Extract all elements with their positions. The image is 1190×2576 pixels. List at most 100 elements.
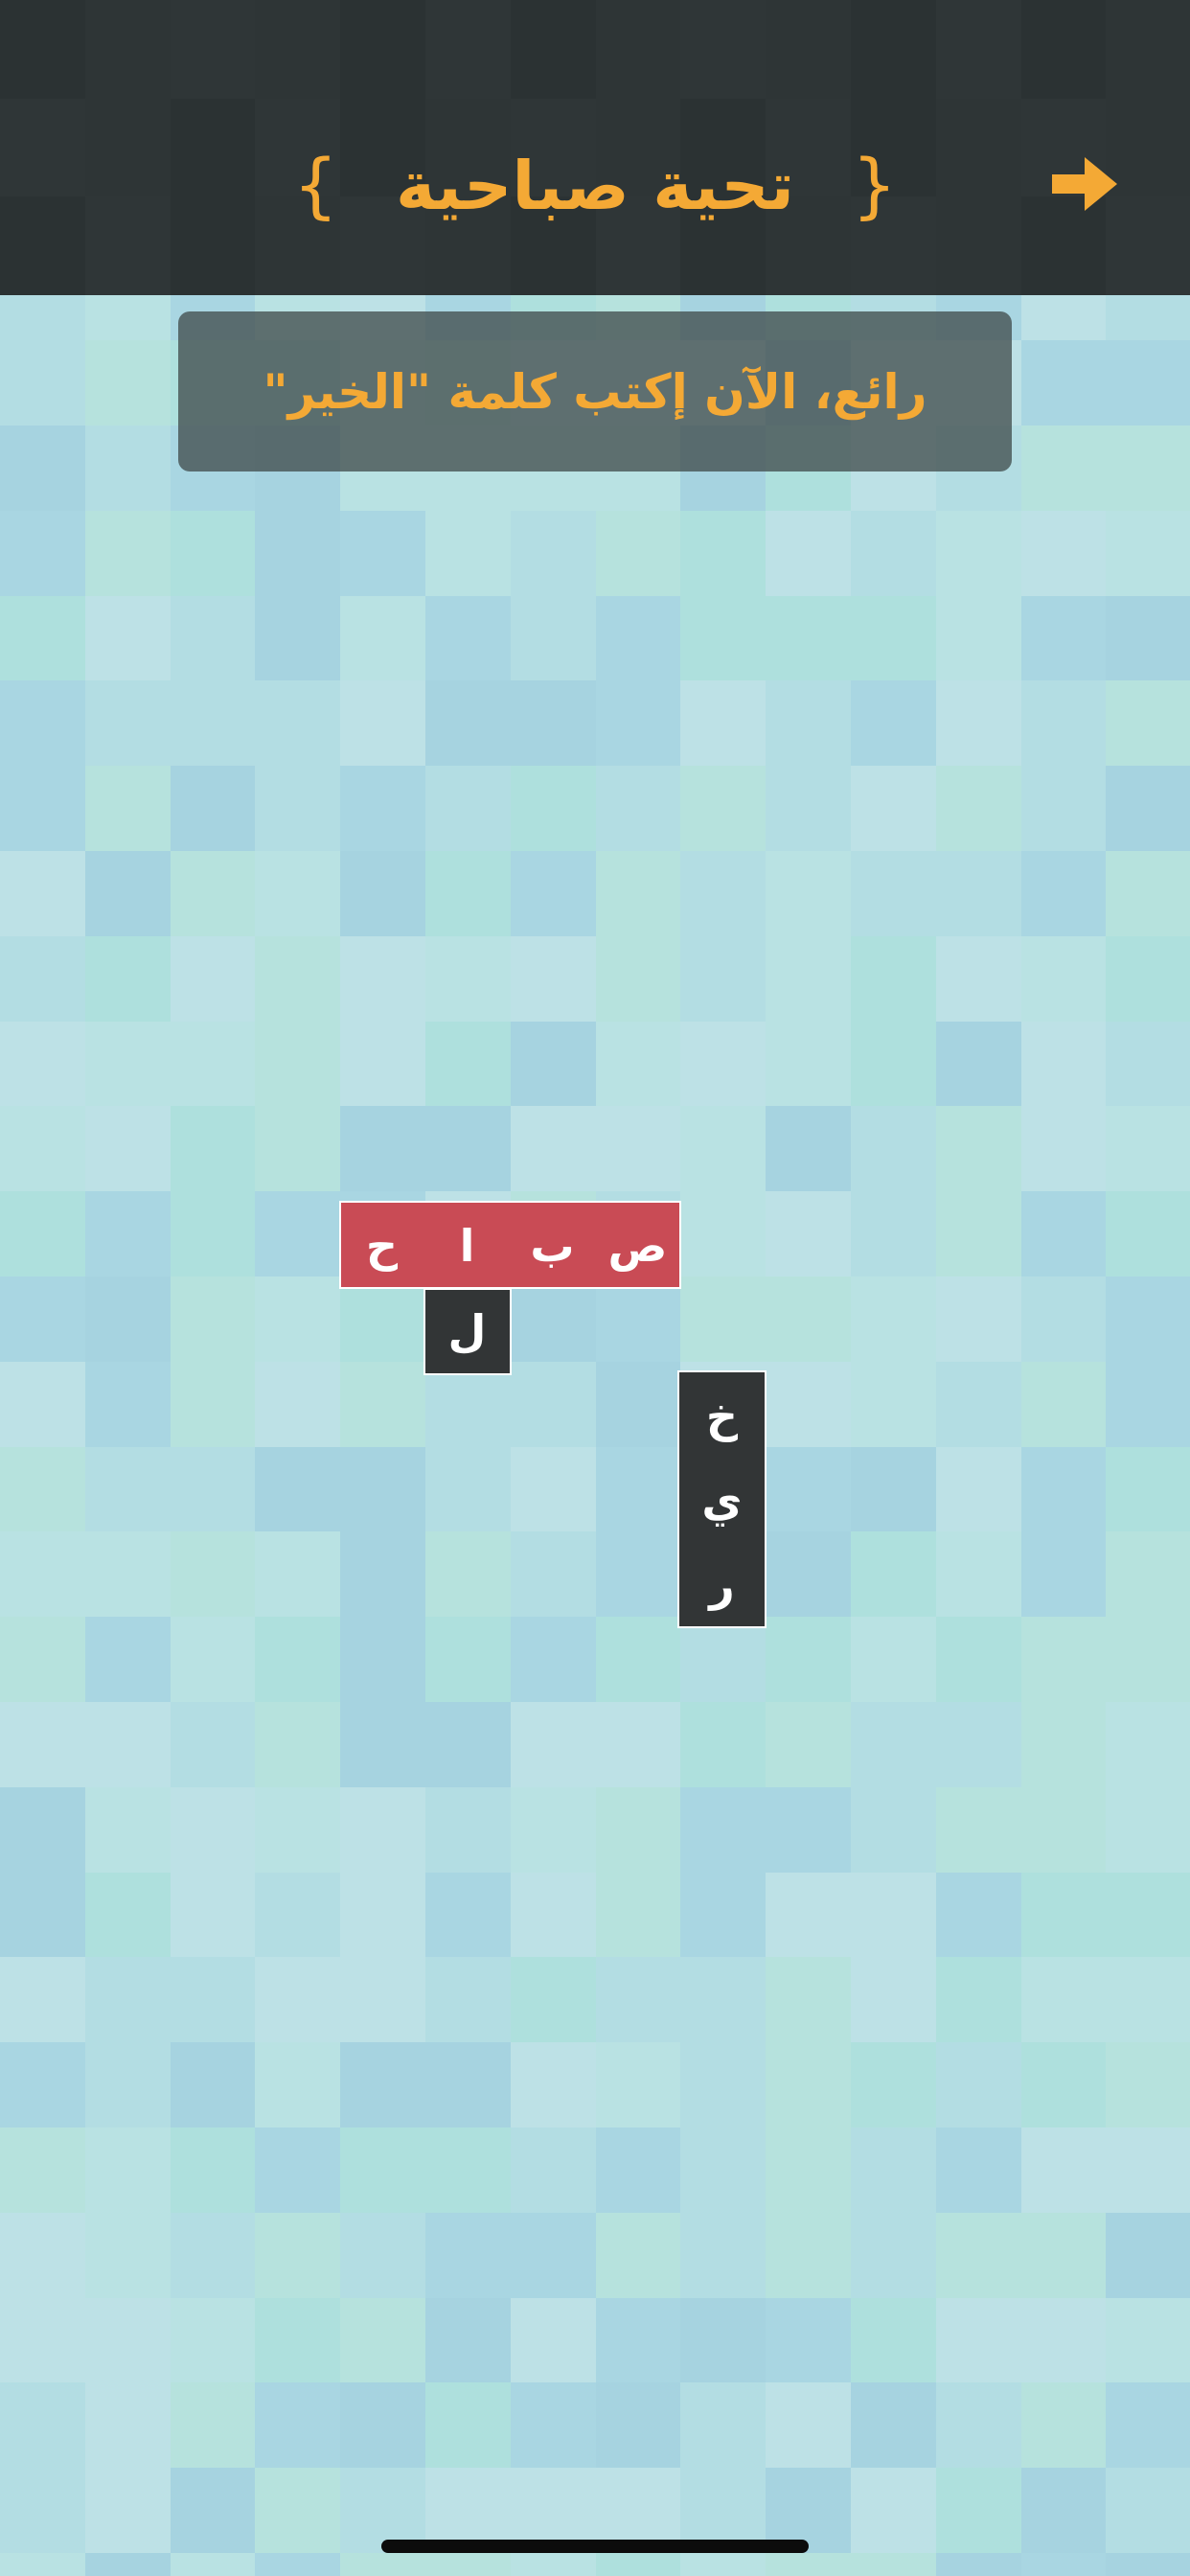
mosaic-cell (595, 595, 681, 681)
mosaic-cell (595, 680, 681, 767)
header-pattern-cell (596, 0, 681, 99)
mosaic-cell (255, 2212, 341, 2298)
mosaic-cell (1020, 1361, 1107, 1447)
mosaic-cell (850, 2127, 936, 2213)
mosaic-cell (935, 1361, 1021, 1447)
mosaic-cell (510, 2127, 596, 2213)
mosaic-cell (84, 1276, 171, 1362)
mosaic-cell (1020, 1872, 1107, 1958)
mosaic-cell (0, 1872, 85, 1958)
mosaic-cell (340, 680, 425, 767)
mosaic-cell (170, 2127, 256, 2213)
mosaic-cell (850, 1106, 936, 1192)
mosaic-cell (1020, 2297, 1107, 2383)
mosaic-cell (0, 2127, 85, 2213)
mosaic-cell (1106, 1531, 1190, 1618)
mosaic-cell (766, 850, 851, 936)
mosaic-cell (766, 2382, 851, 2469)
mosaic-cell (1020, 2212, 1107, 2298)
mosaic-cell (340, 766, 425, 851)
mosaic-cell (0, 1106, 85, 1192)
mosaic-cell (1106, 935, 1190, 1022)
header-pattern-cell (85, 99, 171, 197)
mosaic-cell (850, 2042, 936, 2128)
mosaic-cell (255, 766, 341, 851)
mosaic-cell (84, 2042, 171, 2128)
mosaic-cell (935, 1957, 1021, 2043)
mosaic-cell (1020, 2382, 1107, 2469)
mosaic-cell (850, 680, 936, 767)
mosaic-cell (424, 1872, 511, 1958)
mosaic-cell (255, 850, 341, 936)
mosaic-cell (935, 1446, 1021, 1532)
mosaic-cell (850, 2297, 936, 2383)
mosaic-cell (1020, 1191, 1107, 1276)
mosaic-cell (766, 510, 851, 596)
mosaic-cell (1106, 1446, 1190, 1532)
mosaic-cell (850, 1531, 936, 1618)
header-pattern-cell (255, 0, 340, 99)
mosaic-cell (84, 510, 171, 596)
mosaic-cell (595, 1106, 681, 1192)
mosaic-cell (84, 1957, 171, 2043)
mosaic-cell (766, 2127, 851, 2213)
letter-tile[interactable]: خ (679, 1373, 765, 1459)
mosaic-cell (680, 850, 767, 936)
mosaic-cell (340, 2382, 425, 2469)
letter-tile[interactable]: ي (679, 1458, 765, 1543)
mosaic-cell (1106, 1872, 1190, 1958)
mosaic-cell (766, 1106, 851, 1192)
mosaic-cell (1106, 766, 1190, 851)
mosaic-cell (680, 1957, 767, 2043)
mosaic-cell (1106, 1021, 1190, 1107)
mosaic-cell (170, 850, 256, 936)
mosaic-cell (255, 1701, 341, 1787)
letter-tile[interactable]: ل (424, 1288, 510, 1373)
letter-tile[interactable]: ر (679, 1542, 765, 1627)
letter-tile[interactable]: ح (339, 1203, 424, 1288)
mosaic-cell (1106, 1617, 1190, 1702)
mosaic-cell (766, 2297, 851, 2383)
mosaic-cell (170, 510, 256, 596)
mosaic-cell (0, 1531, 85, 1618)
header-pattern-cell (0, 98, 85, 197)
mosaic-cell (1020, 2127, 1107, 2213)
mosaic-cell (424, 935, 511, 1022)
header-pattern-cell (170, 98, 256, 197)
mosaic-cell (84, 2468, 171, 2553)
mosaic-cell (766, 1446, 851, 1532)
mosaic-cell (84, 1446, 171, 1532)
mosaic-cell (766, 1191, 851, 1276)
header-pattern-cell (766, 0, 851, 99)
mosaic-cell (424, 1021, 511, 1107)
letter-tile[interactable]: ب (510, 1203, 595, 1288)
letter-tile[interactable]: ا (424, 1203, 510, 1288)
letter-tile[interactable]: ص (595, 1203, 680, 1288)
mosaic-cell (170, 1361, 256, 1447)
mosaic-cell (510, 1276, 596, 1362)
mosaic-cell (680, 1701, 767, 1787)
mosaic-cell (766, 1021, 851, 1107)
mosaic-cell (766, 1872, 851, 1958)
mosaic-cell (680, 1191, 767, 1276)
mosaic-cell (255, 680, 341, 767)
mosaic-cell (0, 1786, 85, 1873)
mosaic-cell (935, 2552, 1021, 2576)
mosaic-cell (170, 680, 256, 767)
mosaic-cell (424, 1106, 511, 1192)
mosaic-cell (424, 595, 511, 681)
header-pattern-cell (0, 0, 85, 99)
mosaic-cell (255, 2382, 341, 2469)
mosaic-cell (680, 595, 767, 681)
mosaic-cell (766, 2552, 851, 2576)
header-pattern-cell (935, 0, 1021, 99)
mosaic-cell (255, 1872, 341, 1958)
mosaic-cell (510, 2382, 596, 2469)
mosaic-cell (935, 1191, 1021, 1276)
header-pattern-cell (680, 0, 767, 99)
arrow-right-icon[interactable] (1046, 146, 1123, 222)
home-indicator[interactable] (381, 2540, 809, 2553)
mosaic-cell (0, 935, 85, 1022)
mosaic-cell (170, 1021, 256, 1107)
mosaic-cell (0, 1021, 85, 1107)
